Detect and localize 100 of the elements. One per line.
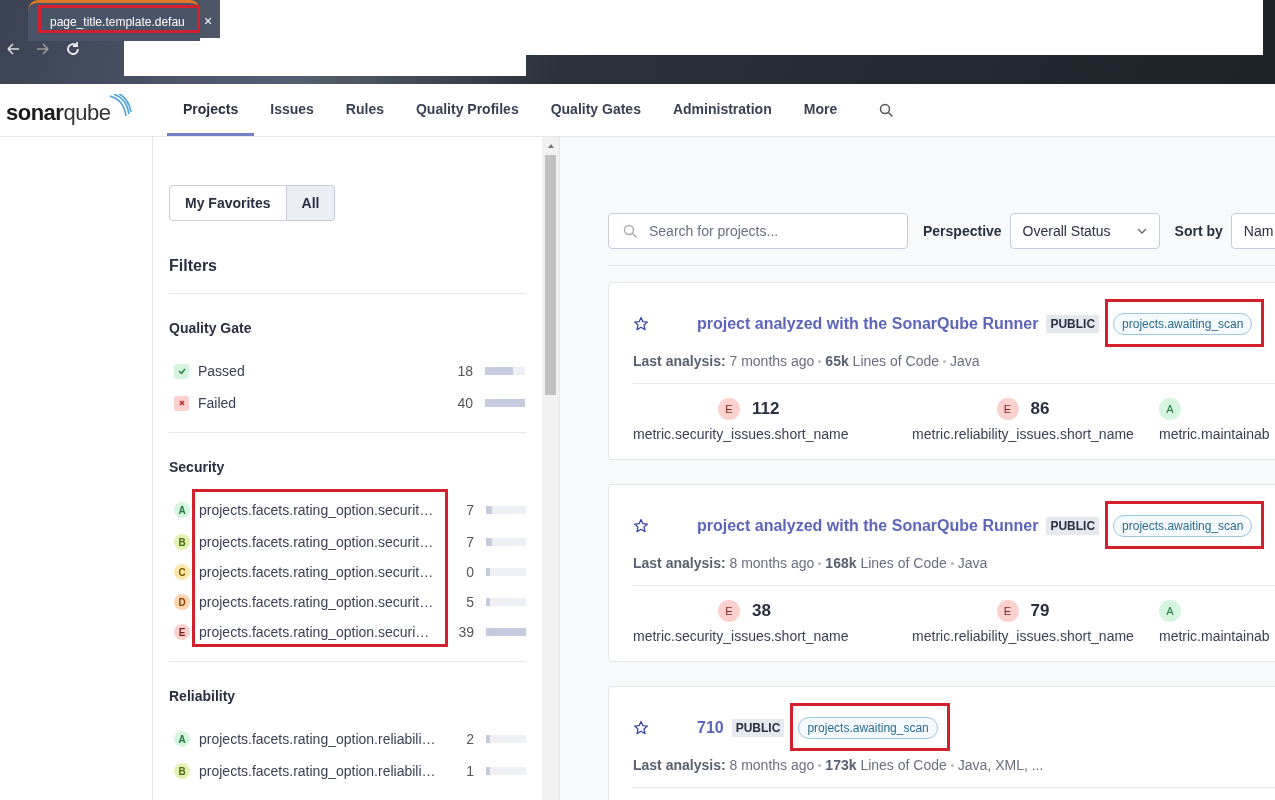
status-tag: projects.awaiting_scan [798,717,938,739]
sonarqube-logo[interactable]: sonarqube [6,94,154,126]
option-label: projects.facets.rating_option.securit… [199,534,435,550]
chevron-down-icon [1136,228,1147,234]
option-count: 18 [456,363,473,379]
facet-option[interactable]: Passed 18 [169,354,526,388]
search-field[interactable]: Search for projects... [608,213,908,249]
analysis-info: Last analysis: 8 months ago [633,555,815,571]
option-label: projects.facets.rating_option.securit… [199,502,435,518]
tab-title: page_title.template.defau [50,15,185,29]
star-icon [633,316,649,332]
rating-badge: E [996,600,1019,622]
rating-badge: A [1159,398,1181,420]
rating-badge: C [174,564,190,580]
metric-label: metric.maintainab [1159,426,1270,442]
facet-heading: Security [169,459,226,475]
rating-badge: E [718,600,740,622]
option-count: 39 [457,624,474,640]
option-label: projects.facets.rating_option.reliabili… [199,731,437,747]
facet-heading: Reliability [169,688,237,704]
option-label: Passed [198,363,246,379]
lines-of-code: 65k Lines of Code [825,353,939,369]
analysis-info: Last analysis: 7 months ago [633,353,815,369]
metric-value: 79 [1030,601,1050,621]
rating-badge: E [718,398,740,420]
search-icon [623,224,637,238]
lines-of-code: 173k Lines of Code [825,757,947,773]
check-icon [176,366,187,376]
rating-badge: A [174,502,190,518]
metric-label: metric.reliability_issues.short_name [912,628,1134,644]
sort-select[interactable]: Nam [1230,213,1275,249]
facet-option[interactable]: B projects.facets.rating_option.securit… 7 [169,527,526,557]
metric-value: 112 [752,399,780,419]
rating-badge: D [174,594,190,610]
nav-tab[interactable]: Quality Profiles [399,84,535,136]
scrollbar-thumb[interactable] [545,155,556,395]
scroll-up-icon [546,143,555,149]
languages: Java [950,353,980,369]
languages: Java, XML, ... [957,757,1044,773]
project-link[interactable]: project analyzed with the SonarQube Runner [697,315,1039,333]
option-count: 2 [465,731,474,747]
perspective-select[interactable]: Overall Status [1009,213,1160,249]
facet-option[interactable]: D projects.facets.rating_option.securit… 5 [169,587,526,617]
option-count: 0 [465,564,474,580]
option-label: projects.facets.rating_option.reliabili… [199,763,437,779]
option-count: 1 [465,763,474,779]
analysis-info: Last analysis: 8 months ago [633,757,815,773]
visibility-tag: PUBLIC [1046,517,1100,535]
languages: Java [957,555,988,571]
toggle-button[interactable]: All [286,185,336,221]
facet-option[interactable]: A projects.facets.rating_option.reliabili… 2 [169,722,526,756]
lines-of-code: 168k Lines of Code [825,555,947,571]
browser-tab[interactable]: page_title.template.defau [28,0,200,41]
scrollbar[interactable] [542,137,559,800]
logo-text: sonarqube [6,100,111,126]
option-label: Failed [198,395,238,411]
status-tag: projects.awaiting_scan [1113,515,1253,537]
rating-badge: A [174,731,190,747]
option-count: 7 [465,534,474,550]
visibility-tag: PUBLIC [1046,315,1100,333]
option-count: 7 [465,502,474,518]
facet-option[interactable]: A projects.facets.rating_option.securit… 7 [169,493,526,527]
status-tag: projects.awaiting_scan [1113,313,1253,335]
metric-label: metric.maintainab [1159,628,1270,644]
facet-option[interactable]: B projects.facets.rating_option.reliabili… 1 [169,756,526,786]
sort-label: Sort by [1174,223,1223,239]
option-count: 40 [456,395,473,411]
star-icon [633,518,649,534]
metric-value: 86 [1030,399,1050,419]
reload-icon [64,39,82,58]
filters-heading: Filters [169,257,526,294]
wave-icon [108,94,133,116]
rating-badge: B [174,534,190,550]
perspective-label: Perspective [923,223,1002,239]
rating-badge: E [996,398,1019,420]
facet-heading: Quality Gate [169,320,253,336]
toggle-button[interactable]: My Favorites [169,185,287,221]
nav-tab[interactable]: Rules [329,84,400,136]
metric-label: metric.reliability_issues.short_name [912,426,1134,442]
nav-tab[interactable]: More [787,84,854,136]
option-count: 5 [465,594,474,610]
option-label: projects.facets.rating_option.securi… [199,624,431,640]
nav-tab[interactable]: Quality Gates [534,84,657,136]
metric-label: metric.security_issues.short_name [633,628,849,644]
star-icon [633,720,649,736]
nav-tab[interactable]: Administration [656,84,788,136]
project-link[interactable]: project analyzed with the SonarQube Runner [697,517,1039,535]
search-icon [879,103,894,117]
nav-tab[interactable]: Issues [254,84,330,136]
visibility-tag: PUBLIC [731,719,785,737]
rating-badge: B [174,763,190,779]
option-label: projects.facets.rating_option.securit… [199,594,435,610]
facet-option[interactable]: E projects.facets.rating_option.securi… 39 [169,617,526,647]
project-link[interactable]: 710 [697,719,724,737]
option-label: projects.facets.rating_option.securit… [199,564,435,580]
rating-badge: A [1159,600,1181,622]
metric-label: metric.security_issues.short_name [633,426,849,442]
metric-value: 38 [752,601,771,621]
facet-option[interactable]: C projects.facets.rating_option.securit… 0 [169,557,526,587]
facet-option[interactable]: Failed 40 [169,388,526,418]
